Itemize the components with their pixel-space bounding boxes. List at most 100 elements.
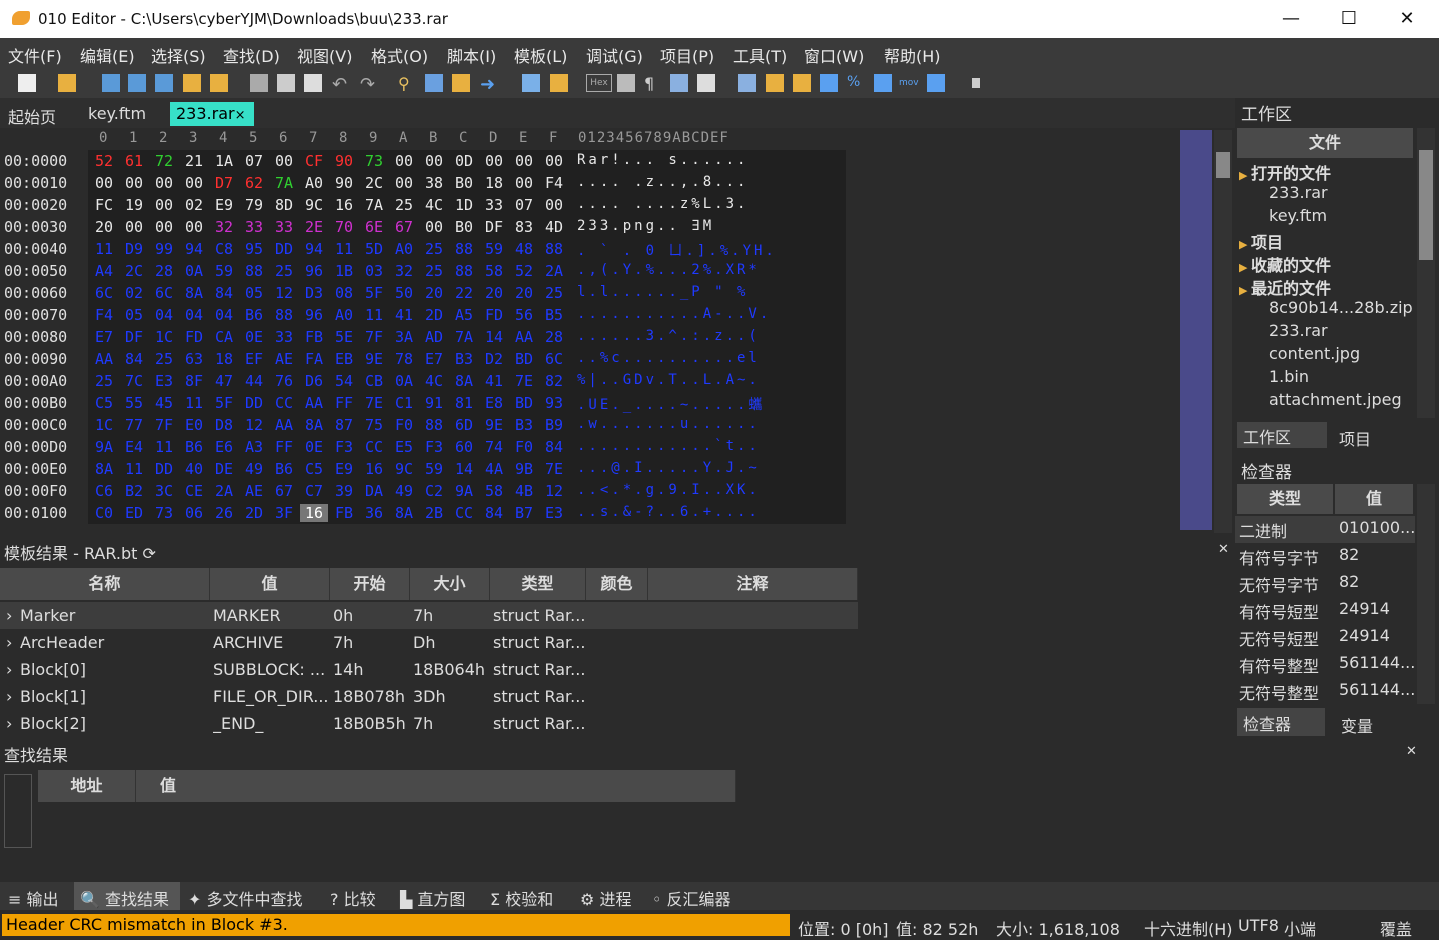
hex-byte[interactable]: 08 (330, 284, 358, 302)
hex-byte[interactable]: E9 (330, 460, 358, 478)
col-find-value[interactable]: 值 (136, 770, 736, 802)
hex-byte[interactable]: 62 (240, 174, 268, 192)
hex-ascii[interactable]: 233.png.. ∃M (577, 218, 845, 234)
hex-byte[interactable]: 88 (450, 240, 478, 258)
hex-byte[interactable]: 90 (330, 174, 358, 192)
hex-byte[interactable]: 00 (540, 196, 568, 214)
hex-byte[interactable]: 18 (480, 174, 508, 192)
hex-byte[interactable]: 3F (270, 504, 298, 522)
tab-close-icon[interactable]: × (235, 108, 246, 123)
hex-byte[interactable]: 73 (150, 504, 178, 522)
inspector-row[interactable]: 有符号短型 24914 (1235, 597, 1415, 624)
minimize-button[interactable]: — (1262, 0, 1320, 38)
hex-byte[interactable]: FD (480, 306, 508, 324)
hex-byte[interactable]: A0 (390, 240, 418, 258)
new-file-icon[interactable] (18, 74, 36, 92)
hex-byte[interactable]: 25 (270, 262, 298, 280)
hex-byte[interactable]: 90 (330, 152, 358, 170)
hex-byte[interactable]: DD (150, 460, 178, 478)
overview-bar[interactable] (1180, 130, 1212, 530)
hex-byte[interactable]: 16 (300, 504, 328, 522)
hex-byte[interactable]: FB (300, 328, 328, 346)
hex-byte[interactable]: 11 (330, 240, 358, 258)
hex-byte[interactable]: D2 (480, 350, 508, 368)
hex-byte[interactable]: 0E (240, 328, 268, 346)
hex-byte[interactable]: 4C (420, 196, 448, 214)
hex-byte[interactable]: 96 (300, 306, 328, 324)
hex-byte[interactable]: 74 (480, 438, 508, 456)
hex-byte[interactable]: 05 (120, 306, 148, 324)
hex-byte[interactable]: 00 (390, 174, 418, 192)
swap-icon[interactable] (793, 74, 811, 92)
hex-byte[interactable]: B6 (180, 438, 208, 456)
hex-byte[interactable]: 78 (390, 350, 418, 368)
insp-tab-variables[interactable]: 变量 (1335, 710, 1379, 740)
hex-byte[interactable]: 25 (540, 284, 568, 302)
hex-byte[interactable]: 00 (150, 174, 178, 192)
find-icon[interactable]: ⚲ (398, 74, 416, 93)
hex-byte[interactable]: 19 (120, 196, 148, 214)
hex-byte[interactable]: B3 (450, 350, 478, 368)
hex-byte[interactable]: 25 (90, 372, 118, 390)
menu-help[interactable]: 帮助(H) (884, 43, 941, 67)
hex-byte[interactable]: F4 (90, 306, 118, 324)
hex-byte[interactable]: DF (120, 328, 148, 346)
status-overwrite[interactable]: 覆盖 (1380, 916, 1412, 940)
hex-byte[interactable]: 9C (390, 460, 418, 478)
hex-byte[interactable]: 99 (150, 240, 178, 258)
expand-chevron-icon[interactable]: › (6, 602, 12, 629)
hex-byte[interactable]: 33 (240, 218, 268, 236)
tab-find-results[interactable]: 🔍 查找结果 (80, 886, 169, 910)
hex-byte[interactable]: 52 (90, 152, 118, 170)
hex-byte[interactable]: 55 (120, 394, 148, 412)
hex-byte[interactable]: C5 (300, 460, 328, 478)
hex-byte[interactable]: 61 (120, 152, 148, 170)
hex-byte[interactable]: 8A (450, 372, 478, 390)
hex-byte[interactable]: 7F (150, 416, 178, 434)
hex-byte[interactable]: 00 (180, 218, 208, 236)
hex-byte[interactable]: 0E (300, 438, 328, 456)
hex-byte[interactable]: 2D (420, 306, 448, 324)
hex-byte[interactable]: B5 (540, 306, 568, 324)
hex-byte[interactable]: 4D (540, 218, 568, 236)
hex-byte[interactable]: 60 (450, 438, 478, 456)
hex-byte[interactable]: 00 (510, 174, 538, 192)
hex-byte[interactable]: 0D (450, 152, 478, 170)
hex-byte[interactable]: 8A (300, 416, 328, 434)
hex-byte[interactable]: 88 (540, 240, 568, 258)
mov-icon[interactable]: mov (899, 74, 919, 92)
hex-byte[interactable]: 1B (330, 262, 358, 280)
hex-byte[interactable]: 14 (480, 328, 508, 346)
hex-byte[interactable]: 39 (330, 482, 358, 500)
hex-byte[interactable]: 63 (180, 350, 208, 368)
hex-mode-icon[interactable]: Hex (586, 74, 612, 92)
hex-byte[interactable]: 7A (270, 174, 298, 192)
hex-byte[interactable]: 73 (360, 152, 388, 170)
bookmark-icon[interactable] (522, 74, 540, 92)
hex-byte[interactable]: ED (120, 504, 148, 522)
hex-byte[interactable]: 04 (150, 306, 178, 324)
folders-icon[interactable] (210, 74, 228, 92)
hex-byte[interactable]: C2 (420, 482, 448, 500)
hex-byte[interactable]: 95 (240, 240, 268, 258)
hex-byte[interactable]: 11 (120, 460, 148, 478)
hex-byte[interactable]: 7E (360, 394, 388, 412)
paste-icon[interactable] (304, 74, 322, 92)
open-file-icon[interactable] (58, 74, 76, 92)
hex-byte[interactable]: 48 (510, 240, 538, 258)
hex-byte[interactable]: AD (420, 328, 448, 346)
hex-byte[interactable]: 28 (540, 328, 568, 346)
hex-byte[interactable]: D8 (210, 416, 238, 434)
hex-byte[interactable]: 8A (90, 460, 118, 478)
hex-byte[interactable]: E6 (210, 438, 238, 456)
hex-byte[interactable]: A0 (330, 306, 358, 324)
hex-byte[interactable]: 96 (300, 262, 328, 280)
hex-byte[interactable]: 28 (150, 262, 178, 280)
hex-byte[interactable]: 59 (480, 240, 508, 258)
hex-byte[interactable]: 88 (270, 306, 298, 324)
hex-byte[interactable]: 26 (210, 504, 238, 522)
hex-byte[interactable]: 84 (210, 284, 238, 302)
hex-byte[interactable]: 2E (300, 218, 328, 236)
tab-233-rar[interactable]: 233.rar× (170, 102, 254, 126)
hex-byte[interactable]: DD (240, 394, 268, 412)
